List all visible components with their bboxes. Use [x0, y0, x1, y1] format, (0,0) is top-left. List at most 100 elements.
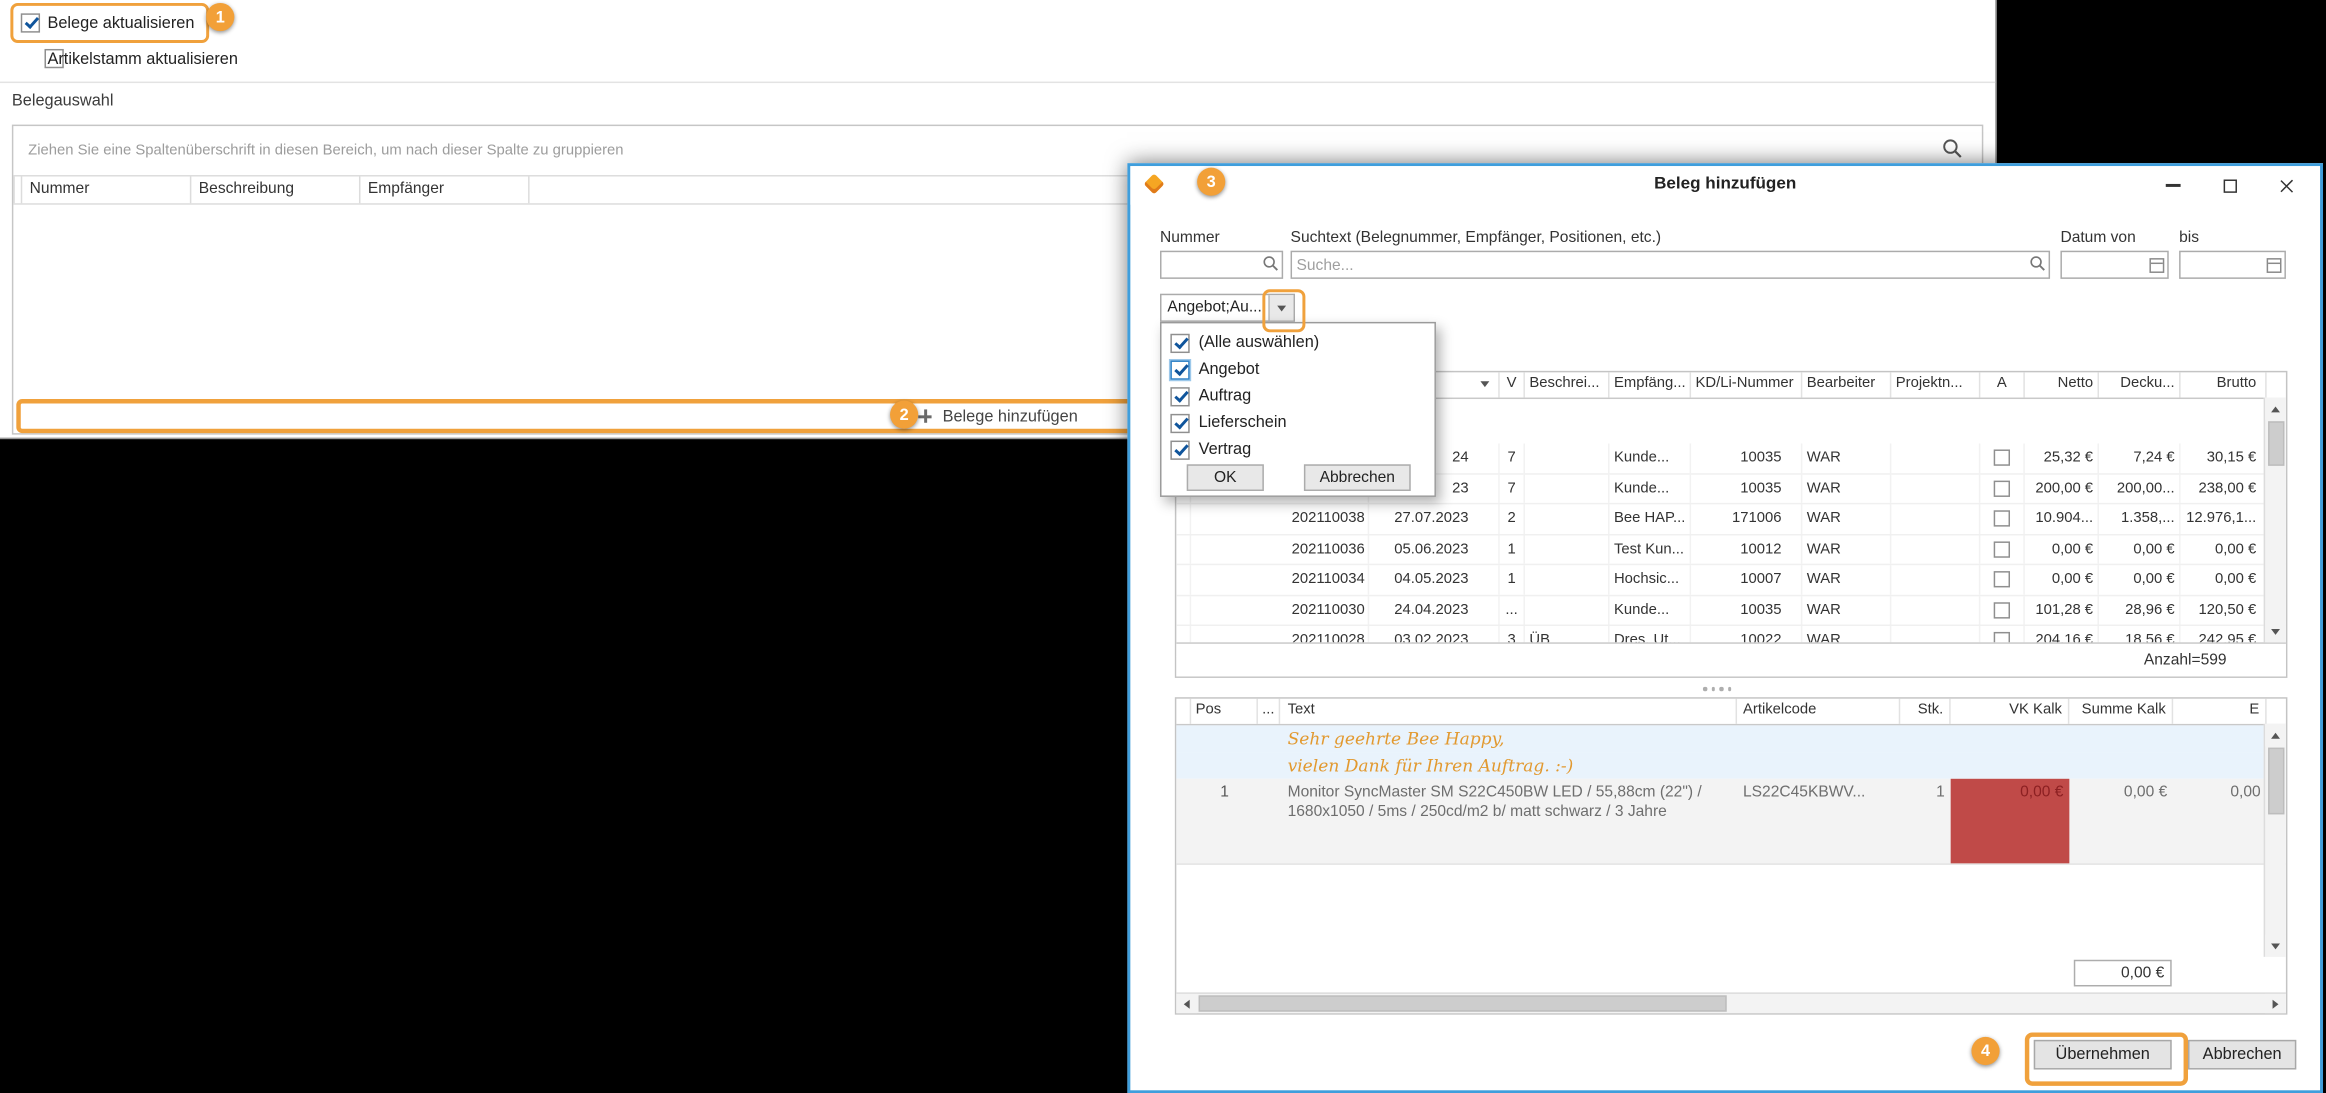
close-button[interactable] [2258, 168, 2314, 204]
angebot-checkbox[interactable] [1170, 360, 1189, 379]
search-icon[interactable] [1942, 138, 1963, 163]
nummer-input[interactable] [1162, 256, 1263, 274]
popup-item-alle[interactable]: (Alle auswählen) [1162, 329, 1435, 356]
suche-field [1291, 251, 2051, 279]
annotation-badge-3: 3 [1197, 168, 1225, 196]
belegart-combo-value: Angebot;Au... [1162, 295, 1269, 320]
vertical-scrollbar[interactable] [2264, 724, 2286, 957]
datum-von-label: Datum von [2060, 228, 2135, 246]
maximize-icon [2223, 179, 2236, 192]
col-v[interactable]: V [1500, 372, 1525, 397]
abbrechen-button[interactable]: Abbrechen [2188, 1040, 2296, 1070]
col-kd-li-nummer[interactable]: KD/Li-Nummer [1691, 372, 1802, 397]
belege-aktualisieren-checkbox[interactable] [21, 13, 40, 32]
col-beschreibung[interactable]: Beschrei... [1525, 372, 1610, 397]
vertrag-checkbox[interactable] [1170, 440, 1189, 459]
belegart-combo[interactable]: Angebot;Au... [1160, 294, 1295, 322]
row-checkbox[interactable] [1994, 511, 2010, 527]
splitter-handle[interactable] [1703, 687, 1731, 691]
row-indicator-header [13, 177, 22, 204]
row-checkbox[interactable] [1994, 480, 2010, 496]
popup-item-lieferschein[interactable]: Lieferschein [1162, 409, 1435, 436]
chevron-down-icon [1277, 305, 1286, 311]
scroll-up-button[interactable] [2265, 398, 2286, 420]
minimize-button[interactable] [2145, 168, 2201, 204]
popup-item-angebot[interactable]: Angebot [1162, 356, 1435, 383]
total-field: 0,00 € [2074, 960, 2172, 987]
greeting-row[interactable]: vielen Dank für Ihren Auftrag. :-) [1176, 752, 2286, 779]
col-empfaenger[interactable]: Empfäng... [1609, 372, 1691, 397]
col-last[interactable]: E [2173, 699, 2266, 724]
alle-checkbox[interactable] [1170, 333, 1189, 352]
scroll-down-button[interactable] [2265, 935, 2286, 957]
row-checkbox[interactable] [1994, 571, 2010, 587]
col-brutto[interactable]: Brutto [2181, 372, 2267, 397]
lieferschein-checkbox[interactable] [1170, 413, 1189, 432]
scrollbar-thumb[interactable] [2267, 748, 2283, 815]
section-title: Belegauswahl [12, 92, 114, 110]
annotation-badge-1: 1 [206, 3, 234, 31]
close-icon [2278, 177, 2294, 193]
table-row[interactable]: 202110030 24.04.2023 ... Kunde... 10035 … [1176, 596, 2286, 626]
horizontal-scrollbar[interactable] [1176, 992, 2286, 1013]
suche-input[interactable] [1292, 256, 2029, 274]
table-row[interactable]: 202110034 04.05.2023 1 Hochsic... 10007 … [1176, 565, 2286, 595]
column-header-empfaenger[interactable]: Empfänger [360, 177, 529, 204]
position-row[interactable]: 1 Monitor SyncMaster SM S22C450BW LED / … [1176, 779, 2286, 865]
popup-ok-button[interactable]: OK [1187, 464, 1264, 491]
uebernehmen-button[interactable]: Übernehmen [2034, 1040, 2172, 1070]
row-checkbox[interactable] [1994, 602, 2010, 618]
belegart-dropdown-button[interactable] [1268, 295, 1293, 320]
calendar-icon[interactable] [2149, 257, 2164, 272]
scroll-left-button[interactable] [1176, 994, 1197, 1013]
greeting-row[interactable]: Sehr geehrte Bee Happy, [1176, 725, 2286, 752]
table-row[interactable]: 202110036 05.06.2023 1 Test Kun... 10012… [1176, 535, 2286, 565]
datum-bis-input[interactable] [2181, 256, 2267, 274]
column-header-beschreibung[interactable]: Beschreibung [191, 177, 360, 204]
positions-grid-header: Pos ... Text Artikelcode Stk. VK Kalk Su… [1176, 699, 2286, 726]
scroll-right-button[interactable] [2265, 994, 2286, 1013]
row-checkbox[interactable] [1994, 450, 2010, 466]
group-by-hint: Ziehen Sie eine Spaltenüberschrift in di… [28, 142, 623, 158]
maximize-button[interactable] [2201, 168, 2257, 204]
belege-aktualisieren-label: Belege aktualisieren [47, 15, 194, 33]
vertical-scrollbar[interactable] [2264, 398, 2286, 643]
scroll-down-button[interactable] [2265, 620, 2286, 642]
col-text[interactable]: Text [1280, 699, 1737, 724]
scrollbar-thumb[interactable] [2267, 421, 2283, 466]
col-artikelcode[interactable]: Artikelcode [1737, 699, 1900, 724]
scroll-up-button[interactable] [2265, 724, 2286, 746]
col-a[interactable]: A [1980, 372, 2025, 397]
col-bearbeiter[interactable]: Bearbeiter [1802, 372, 1891, 397]
col-netto[interactable]: Netto [2025, 372, 2099, 397]
datum-bis-field [2179, 251, 2286, 279]
col-deckung[interactable]: Decku... [2099, 372, 2181, 397]
bis-label: bis [2179, 228, 2199, 246]
belegart-popup: (Alle auswählen) Angebot Auftrag Liefers… [1160, 322, 1436, 497]
section-divider [0, 82, 1995, 83]
col-pos[interactable]: Pos [1191, 699, 1258, 724]
col-summe-kalk[interactable]: Summe Kalk [2069, 699, 2173, 724]
col-stk[interactable]: Stk. [1900, 699, 1950, 724]
column-header-nummer[interactable]: Nummer [22, 177, 191, 204]
scrollbar-thumb[interactable] [1199, 995, 1727, 1011]
search-icon[interactable] [1262, 254, 1278, 275]
table-row[interactable]: 202110038 27.07.2023 2 Bee HAP... 171006… [1176, 504, 2286, 534]
col-vk-kalk[interactable]: VK Kalk [1951, 699, 2070, 724]
col-projektnummer[interactable]: Projektn... [1891, 372, 1980, 397]
annotation-badge-2: 2 [890, 401, 918, 429]
sort-arrow-icon[interactable] [1480, 381, 1489, 387]
col-dots[interactable]: ... [1258, 699, 1280, 724]
auftrag-checkbox[interactable] [1170, 386, 1189, 405]
popup-item-vertrag[interactable]: Vertrag [1162, 436, 1435, 463]
popup-item-auftrag[interactable]: Auftrag [1162, 383, 1435, 410]
popup-cancel-button[interactable]: Abbrechen [1304, 464, 1411, 491]
dialog-title: Beleg hinzufügen [1130, 175, 2320, 193]
dialog-titlebar[interactable]: Beleg hinzufügen [1130, 166, 2320, 205]
artikelstamm-aktualisieren-label: Artikelstamm aktualisieren [47, 50, 237, 68]
datum-von-field [2060, 251, 2168, 279]
row-checkbox[interactable] [1994, 541, 2010, 557]
calendar-icon[interactable] [2267, 257, 2282, 272]
search-icon[interactable] [2029, 254, 2045, 275]
datum-von-input[interactable] [2062, 256, 2150, 274]
